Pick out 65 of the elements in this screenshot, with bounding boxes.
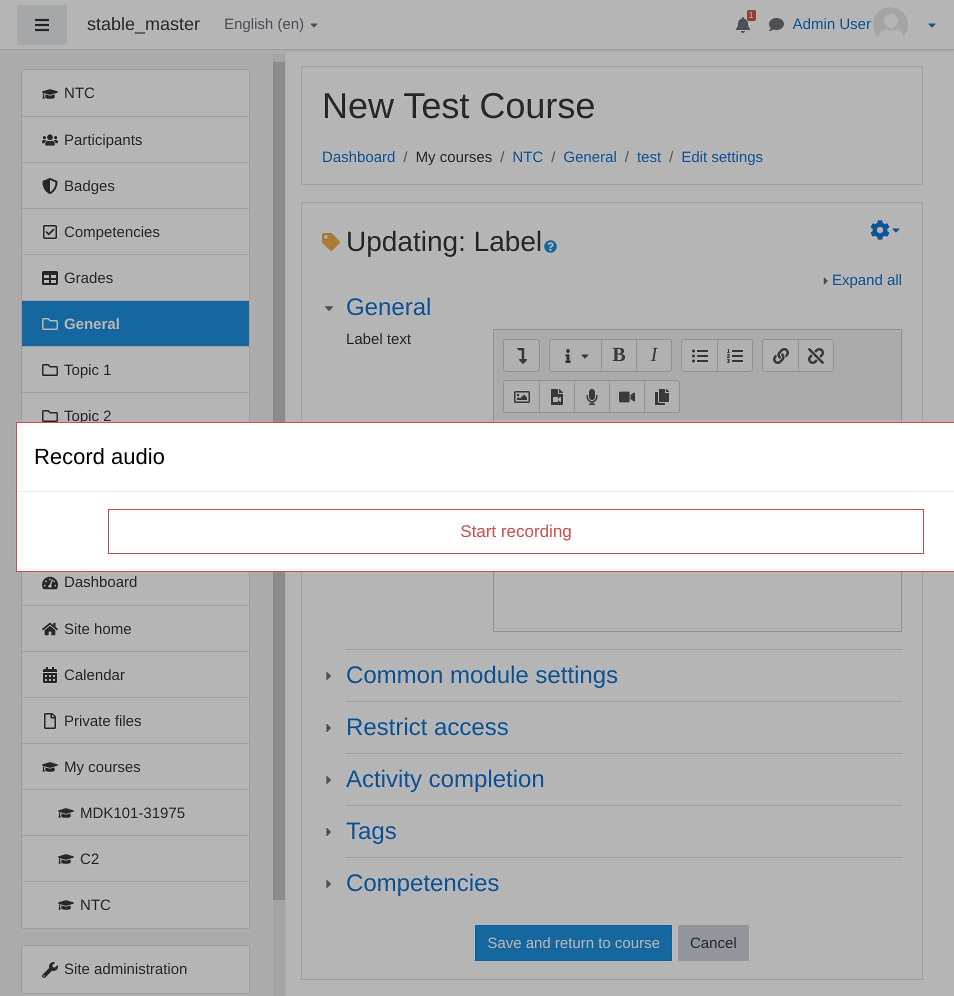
folder-icon	[42, 362, 58, 378]
field-label: Label text	[346, 330, 412, 348]
copy-icon	[654, 388, 670, 404]
folder-icon	[42, 316, 58, 332]
start-recording-button[interactable]: Start recording	[108, 509, 924, 554]
breadcrumb-link[interactable]: NTC	[512, 149, 544, 166]
breadcrumb-separator: /	[624, 149, 629, 166]
folder-icon	[42, 408, 58, 424]
breadcrumb-link[interactable]: Edit settings	[681, 149, 764, 166]
menu-icon	[34, 16, 50, 32]
numbered-list-icon	[727, 348, 743, 364]
user-name[interactable]: Admin User	[792, 16, 871, 33]
cancel-button[interactable]: Cancel	[678, 925, 749, 961]
form-title: Updating: Label	[346, 226, 542, 258]
breadcrumb-link[interactable]: Dashboard	[322, 149, 396, 166]
settings-icon	[870, 220, 890, 240]
gauge-icon	[42, 574, 58, 590]
graduation-cap-icon	[42, 759, 58, 775]
microphone-icon	[584, 388, 600, 404]
calendar-icon	[42, 667, 58, 683]
help-icon[interactable]	[544, 240, 558, 252]
image-icon	[514, 388, 530, 404]
section-heading[interactable]: Restrict access	[346, 714, 509, 742]
sidebar-item[interactable]: General	[22, 300, 249, 347]
people-icon	[42, 132, 58, 148]
checkbox-icon	[42, 224, 58, 240]
shield-icon	[42, 178, 58, 194]
breadcrumb-link[interactable]: test	[636, 149, 662, 166]
section-heading[interactable]: Competencies	[346, 870, 500, 898]
settings-menu[interactable]	[870, 220, 902, 240]
breadcrumb-separator: /	[403, 149, 408, 166]
expand-all-link[interactable]: Expand all	[820, 272, 902, 289]
italic-button[interactable]: I	[636, 340, 671, 371]
breadcrumb-link[interactable]: General	[563, 149, 617, 166]
breadcrumb-separator: /	[669, 149, 674, 166]
breadcrumb-separator: /	[551, 149, 556, 166]
video-camera-icon	[619, 388, 635, 404]
bell-icon[interactable]	[734, 16, 751, 32]
notification-count: 1	[746, 10, 756, 20]
site-name[interactable]: stable_master	[87, 14, 200, 35]
graduation-cap-icon	[58, 897, 74, 913]
tag-icon	[322, 233, 340, 251]
section-heading[interactable]: General	[346, 294, 432, 322]
save-button[interactable]: Save and return to course	[475, 925, 672, 961]
page-title: New Test Course	[322, 85, 596, 127]
breadcrumb-text: My courses	[416, 149, 492, 166]
breadcrumb-separator: /	[500, 149, 504, 166]
section-heading[interactable]: Activity completion	[346, 766, 545, 794]
file-icon	[42, 713, 58, 729]
link-icon	[772, 348, 788, 364]
section-heading[interactable]: Common module settings	[346, 662, 618, 690]
section-heading[interactable]: Tags	[346, 818, 397, 846]
bullet-list-icon	[692, 348, 708, 364]
graduation-cap-icon	[58, 805, 74, 821]
wrench-icon	[42, 962, 58, 978]
messages-icon[interactable]	[768, 17, 784, 32]
bold-button[interactable]: B	[601, 340, 636, 371]
menu-button[interactable]	[17, 4, 67, 44]
video-file-icon	[549, 388, 565, 404]
graduation-cap-icon	[58, 851, 74, 867]
language-menu[interactable]: English (en)	[224, 16, 320, 33]
table-icon	[42, 270, 58, 286]
unlink-icon	[808, 348, 824, 364]
dialog-title: Record audio	[34, 444, 165, 470]
home-icon	[42, 621, 58, 637]
